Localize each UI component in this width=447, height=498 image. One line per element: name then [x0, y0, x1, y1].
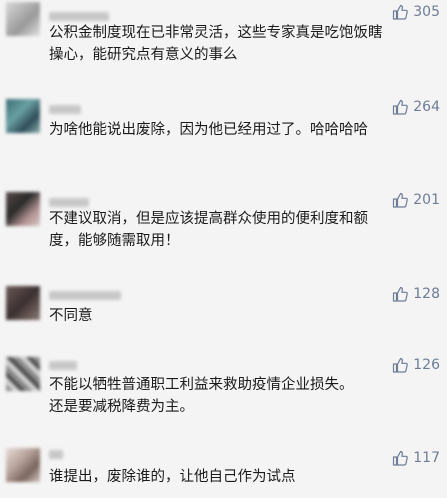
thumbs-up-icon — [393, 286, 409, 302]
username-blurred[interactable] — [49, 291, 121, 300]
avatar[interactable] — [6, 286, 40, 320]
thumbs-up-icon — [393, 357, 409, 373]
avatar[interactable] — [6, 99, 40, 133]
username-blurred[interactable] — [49, 105, 81, 114]
comment-item: 117 谁提出，废除谁的，让他自己作为试点 — [0, 444, 447, 498]
comment-item: 305 公积金制度现在已非常灵活，这些专家真是吃饱饭瞎 操心，能研究点有意义的事… — [0, 0, 447, 80]
like-count: 201 — [413, 192, 440, 208]
like-button[interactable]: 305 — [392, 4, 440, 20]
thumbs-up-icon — [393, 192, 409, 208]
comment-item: 264 为啥他能说出废除，因为他已经用过了。哈哈哈哈 — [0, 95, 447, 175]
like-button[interactable]: 264 — [392, 99, 440, 115]
like-count: 126 — [413, 357, 440, 373]
comment-item: 126 不能以牺牲普通职工利益来救助疫情企业损失。 还是要减税降费为主。 — [0, 353, 447, 433]
like-count: 264 — [413, 99, 440, 115]
username-blurred[interactable] — [49, 450, 63, 459]
comment-text: 不同意 — [49, 308, 93, 324]
like-count: 117 — [413, 450, 440, 466]
thumbs-up-icon — [393, 99, 409, 115]
comment-text: 不建议取消，但是应该提高群众使用的便利度和额 度，能够随需取用！ — [49, 211, 368, 249]
like-button[interactable]: 126 — [392, 357, 440, 373]
comment-text: 为啥他能说出废除，因为他已经用过了。哈哈哈哈 — [49, 122, 368, 138]
thumbs-up-icon — [393, 4, 409, 20]
comment-text: 公积金制度现在已非常灵活，这些专家真是吃饱饭瞎 操心，能研究点有意义的事么 — [49, 25, 383, 63]
comment-item: 128 不同意 — [0, 283, 447, 333]
like-count: 128 — [413, 286, 440, 302]
comment-text: 不能以牺牲普通职工利益来救助疫情企业损失。 还是要减税降费为主。 — [49, 377, 354, 415]
comment-text: 谁提出，废除谁的，让他自己作为试点 — [49, 469, 296, 485]
like-button[interactable]: 201 — [392, 192, 440, 208]
username-blurred[interactable] — [49, 361, 77, 370]
like-button[interactable]: 117 — [392, 450, 440, 466]
like-count: 305 — [413, 4, 440, 20]
avatar[interactable] — [6, 357, 40, 391]
comment-item: 201 不建议取消，但是应该提高群众使用的便利度和额 度，能够随需取用！ — [0, 188, 447, 268]
thumbs-up-icon — [393, 450, 409, 466]
username-blurred[interactable] — [49, 198, 89, 207]
like-button[interactable]: 128 — [392, 286, 440, 302]
username-blurred[interactable] — [49, 12, 109, 21]
avatar[interactable] — [6, 192, 40, 226]
avatar[interactable] — [6, 448, 40, 482]
avatar[interactable] — [6, 2, 40, 36]
